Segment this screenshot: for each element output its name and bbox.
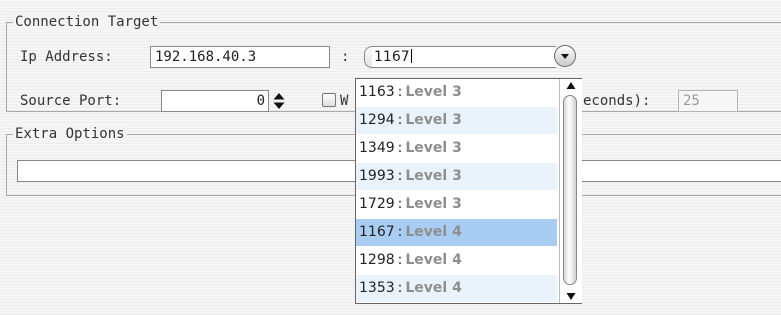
port-combo-dropdown-button[interactable] bbox=[554, 45, 576, 67]
dropdown-scrollbar[interactable] bbox=[559, 79, 582, 303]
port-option-number: 1993 bbox=[359, 168, 395, 184]
source-port-field[interactable]: 0 bbox=[161, 90, 269, 112]
port-option-level: Level 4 bbox=[405, 280, 462, 296]
port-option-number: 1298 bbox=[359, 252, 395, 268]
source-port-value: 0 bbox=[256, 93, 265, 109]
text-caret bbox=[410, 49, 412, 63]
port-combo-input[interactable]: 1167 bbox=[372, 46, 556, 68]
port-option-row[interactable]: 1167: Level 4 bbox=[356, 219, 557, 246]
port-option-level: Level 3 bbox=[405, 112, 462, 128]
port-option-number: 1294 bbox=[359, 112, 395, 128]
chevron-down-icon bbox=[561, 54, 569, 59]
port-option-separator: : bbox=[397, 224, 403, 240]
port-option-number: 1729 bbox=[359, 196, 395, 212]
port-option-separator: : bbox=[397, 112, 403, 128]
port-option-level: Level 3 bbox=[405, 168, 462, 184]
timeout-field[interactable]: 25 bbox=[678, 90, 738, 112]
port-option-row[interactable]: 1353: Level 4 bbox=[356, 275, 557, 302]
up-down-arrows-icon[interactable] bbox=[272, 92, 286, 110]
port-option-level: Level 3 bbox=[405, 84, 462, 100]
connection-dialog-panel: Connection Target Ip Address: 192.168.40… bbox=[0, 0, 781, 315]
port-combo-value: 1167 bbox=[374, 49, 410, 65]
ip-address-label: Ip Address: bbox=[20, 49, 113, 65]
port-option-number: 1163 bbox=[359, 84, 395, 100]
port-option-level: Level 4 bbox=[405, 252, 462, 268]
port-option-separator: : bbox=[397, 252, 403, 268]
scrollbar-thumb[interactable] bbox=[563, 95, 577, 285]
extra-options-title: Extra Options bbox=[13, 125, 127, 143]
connection-target-title: Connection Target bbox=[13, 13, 161, 31]
port-option-row[interactable]: 1729: Level 3 bbox=[356, 191, 557, 218]
port-option-number: 1353 bbox=[359, 280, 395, 296]
port-option-separator: : bbox=[397, 84, 403, 100]
port-option-number: 1167 bbox=[359, 224, 395, 240]
port-option-row[interactable]: 1163: Level 3 bbox=[356, 79, 557, 106]
port-option-level: Level 3 bbox=[405, 196, 462, 212]
scroll-up-arrow-icon[interactable] bbox=[560, 79, 582, 95]
port-option-level: Level 4 bbox=[405, 224, 462, 240]
ip-address-field[interactable]: 192.168.40.3 bbox=[150, 46, 330, 68]
port-option-separator: : bbox=[397, 168, 403, 184]
scroll-down-arrow-icon[interactable] bbox=[560, 287, 582, 303]
port-option-level: Level 3 bbox=[405, 140, 462, 156]
port-option-row[interactable]: 1349: Level 3 bbox=[356, 135, 557, 162]
port-option-separator: : bbox=[397, 140, 403, 156]
port-option-row[interactable]: 1993: Level 3 bbox=[356, 163, 557, 190]
options-checkbox[interactable] bbox=[322, 93, 336, 107]
port-option-separator: : bbox=[397, 280, 403, 296]
port-option-row[interactable]: 1294: Level 3 bbox=[356, 107, 557, 134]
port-dropdown-list[interactable]: 1163: Level 3 1294: Level 3 1349: Level 3 1993… bbox=[355, 78, 582, 304]
port-option-row[interactable]: 1298: Level 4 bbox=[356, 247, 557, 274]
source-port-label: Source Port: bbox=[20, 93, 122, 109]
port-option-number: 1349 bbox=[359, 140, 395, 156]
port-option-separator: : bbox=[397, 196, 403, 212]
ip-port-separator: : bbox=[341, 49, 350, 65]
checkbox-label-partial: W bbox=[340, 93, 349, 109]
timeout-label-partial: econds): bbox=[583, 93, 651, 109]
